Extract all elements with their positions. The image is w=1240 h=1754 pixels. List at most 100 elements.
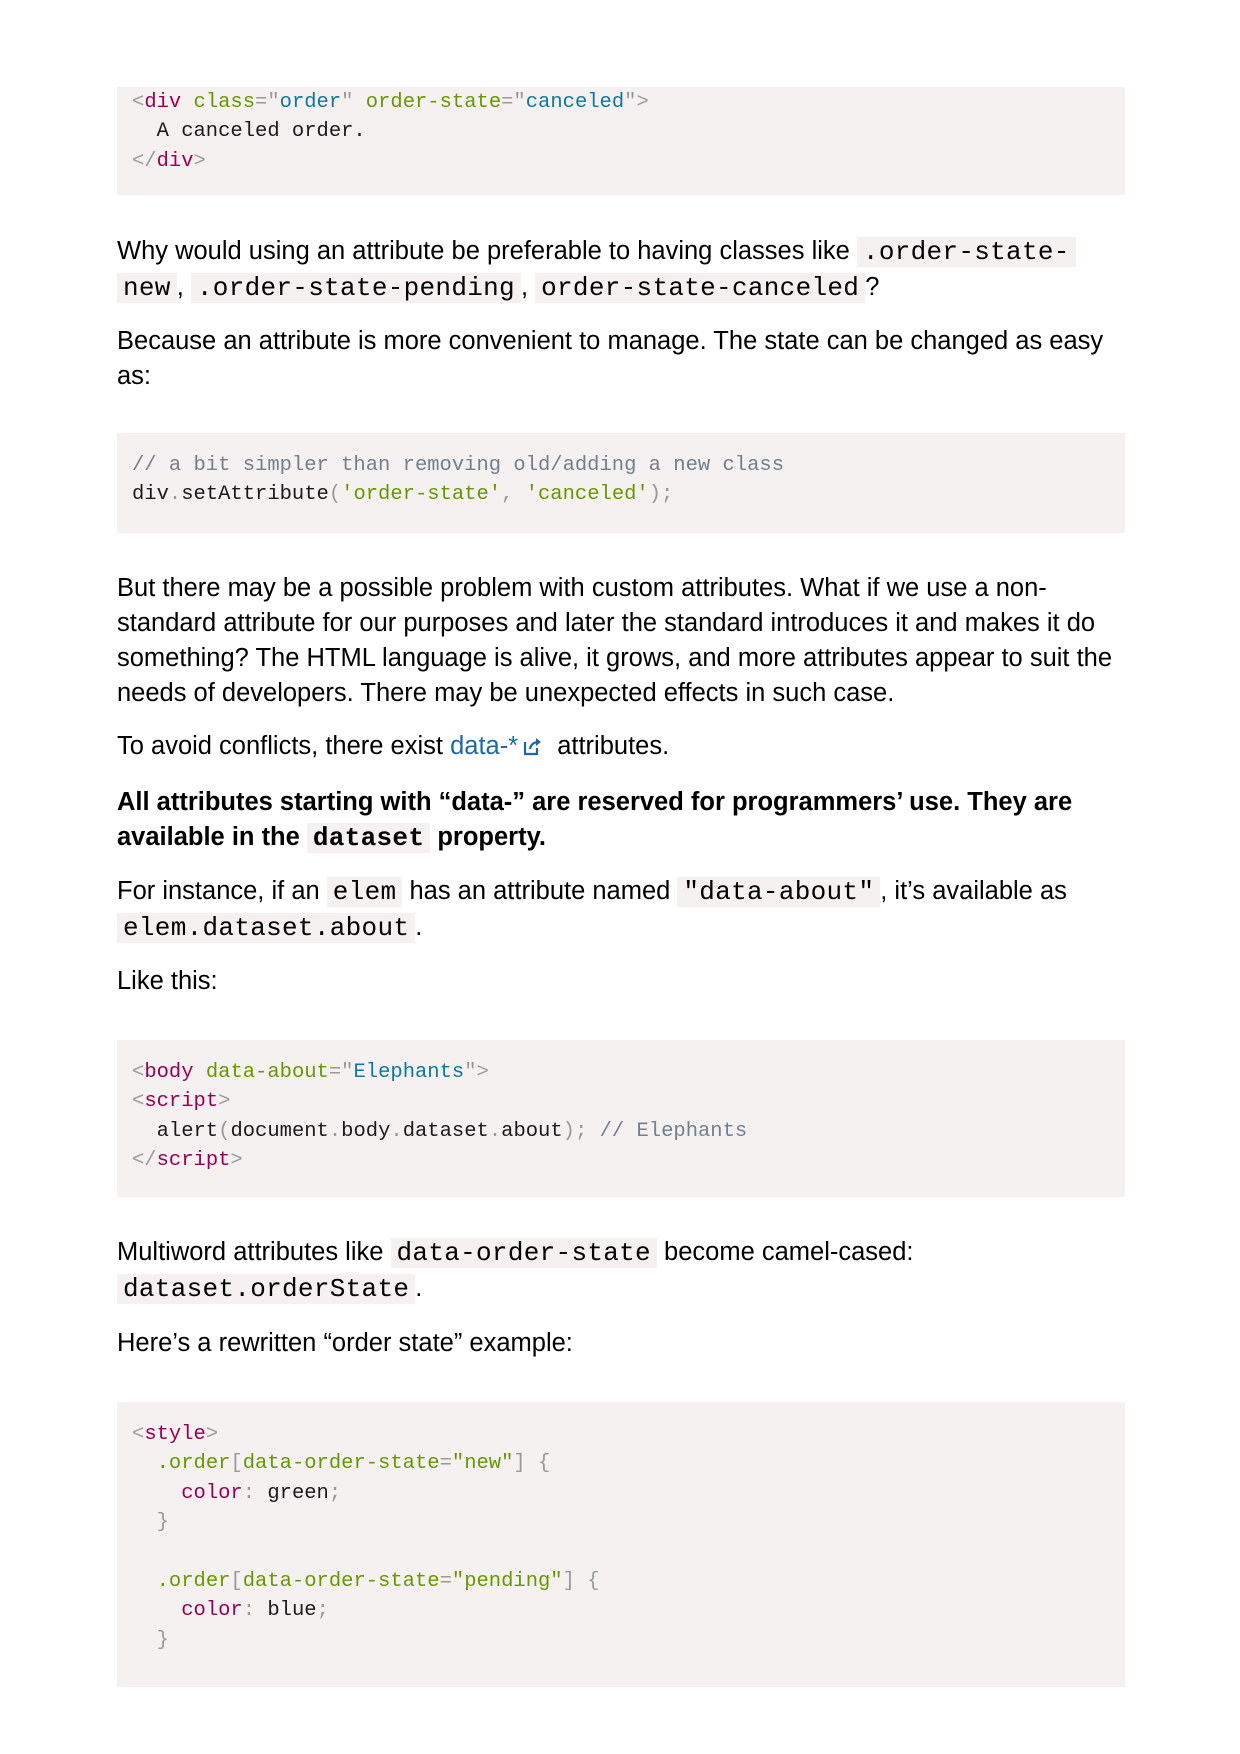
code-token: ); [562,1119,588,1143]
code-token: < [132,1423,145,1446]
code-token: // Elephants [599,1119,748,1143]
inline-code: dataset [306,823,431,853]
code-token: blue [255,1599,317,1623]
code-token: < [132,1061,145,1084]
paragraph-why-attribute: Why would using an attribute be preferab… [117,234,1127,306]
code-token: " [341,91,354,114]
text: , [520,273,536,301]
inline-code: elem.dataset.about [117,913,416,943]
code-token: [ [230,1569,243,1593]
code-token: =" [255,91,280,114]
text: Why would using an attribute be preferab… [117,237,857,265]
code-line: <div class="order" order-state="canceled… [132,88,1110,117]
code-token: } [156,1511,169,1535]
code-token: .order [156,1452,231,1476]
code-token: . [488,1119,502,1143]
code-token: < [132,1090,145,1114]
code-token: = [439,1569,452,1593]
code-token: color [181,1599,243,1623]
inline-code: .order-state- [856,237,1076,267]
paragraph-data-reserved: All attributes starting with “data-” are… [117,785,1127,856]
inline-code: order-state-canceled [535,273,866,303]
text: Multiword attributes like [117,1238,391,1266]
code-token: . [168,483,182,507]
code-token: . [390,1119,403,1143]
code-token: setAttribute [181,483,329,507]
code-token: : [242,1481,256,1505]
inline-code: new [117,273,177,303]
code-token: Elephants [353,1061,465,1084]
text: All attributes starting with “data-” are… [117,788,1073,851]
code-token: </ [132,149,157,173]
text: . [415,913,423,941]
code-token: 'canceled' [525,483,649,507]
inline-code: .order-state-pending [190,273,521,303]
paragraph-for-instance: For instance, if an elem has an attribut… [117,874,1127,946]
code-line: </div> [132,147,1110,176]
code-token: div [156,149,194,173]
text: has an attribute named [402,877,678,905]
text: become camel-cased: [656,1238,914,1266]
code-line: } [132,1626,1110,1655]
text: . [415,1274,423,1302]
code-token: div [144,91,182,114]
paragraph-custom-attr-problem: But there may be a possible problem with… [117,574,1113,707]
inline-code: dataset.orderState [117,1274,416,1304]
page: <div class="order" order-state="canceled… [0,0,1240,1754]
code-token: canceled [525,91,625,114]
code-block-body-dataset: <body data-about="Elephants"> <script> al… [117,1040,1125,1197]
text: For instance, if an [117,877,327,905]
code-token: script [144,1090,219,1114]
code-token: "pending" [451,1569,563,1593]
code-token: ( [328,483,342,507]
code-line: .order[data-order-state="pending"] { [132,1567,1110,1596]
code-token: A canceled order. [132,120,366,144]
paragraph-rewritten-example: Here’s a rewritten “order state” example… [117,1329,573,1357]
inline-code: data-order-state [390,1238,657,1268]
code-token: > [193,149,206,173]
paragraph-like-this: Like this: [117,967,218,995]
code-token: order [279,91,342,114]
code-token: alert [132,1119,219,1143]
code-line: .order[data-order-state="new"] { [132,1449,1110,1478]
code-token: . [328,1119,342,1143]
code-line: <script> [132,1087,1110,1116]
code-token: document [230,1119,329,1143]
external-link-icon[interactable] [522,735,544,757]
code-token: body [144,1061,194,1084]
code-token: =" [501,91,526,114]
code-block-setattribute: // a bit simpler than removing old/addin… [117,433,1125,533]
code-line: } [132,1508,1110,1537]
code-token: </ [132,1149,157,1173]
text: attributes. [550,732,670,760]
code-token: : [242,1599,256,1623]
code-line: color: blue; [132,1596,1110,1625]
code-token: div [132,483,169,507]
code-line: // a bit simpler than removing old/addin… [132,451,1110,480]
code-token: [ [230,1452,243,1476]
code-line: A canceled order. [132,117,1110,146]
code-token: > [230,1149,243,1173]
code-token: > [205,1423,219,1446]
code-token: ; [316,1599,329,1623]
code-token: about [501,1119,563,1143]
code-token: script [156,1149,231,1173]
code-token: body [341,1119,391,1143]
text: To avoid conflicts, there exist [117,732,451,760]
paragraph-avoid-conflicts: To avoid conflicts, there exist data-* a… [117,729,1127,764]
code-token: "> [624,91,649,114]
data-attributes-link[interactable]: data-* [450,732,518,760]
code-token: =" [328,1061,354,1084]
code-token: 'order-state' [341,483,502,507]
code-token: green [255,1481,329,1505]
inline-code: elem [326,877,403,907]
code-token: ; [328,1481,342,1505]
code-token: data-order-state [242,1452,440,1476]
